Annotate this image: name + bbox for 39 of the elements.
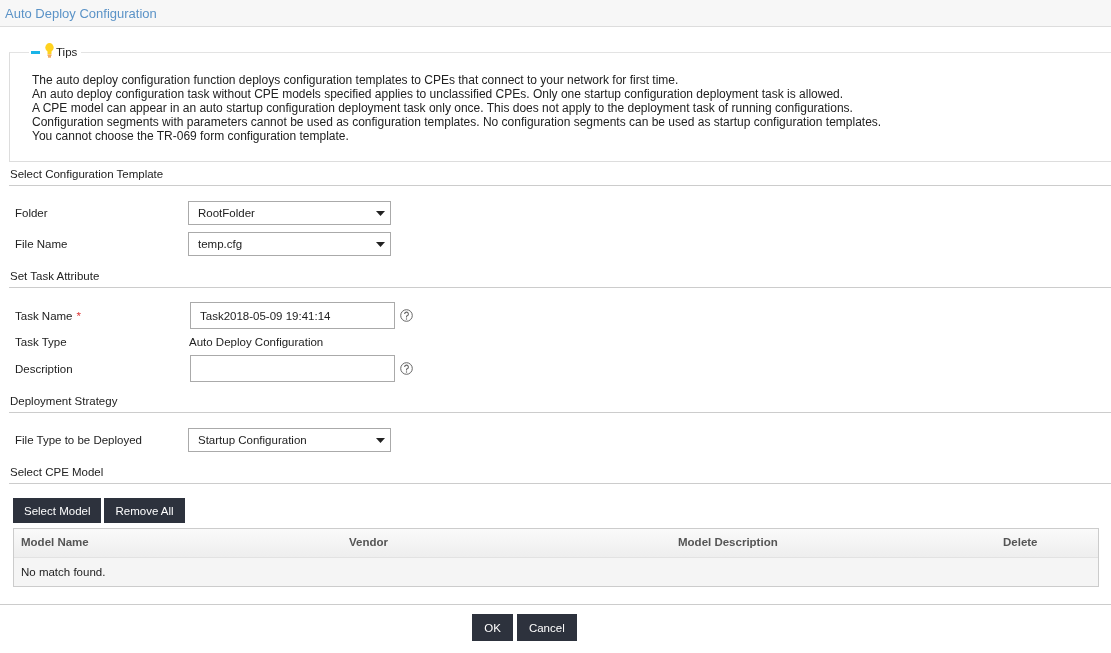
section-title: Select Configuration Template xyxy=(9,167,165,182)
column-header[interactable]: Vendor xyxy=(342,529,671,557)
tip-text: An auto deploy configuration task without CPE models specified applies to unclassified CPEs. Only one startup configuration deployment task is allowed. xyxy=(32,87,845,101)
field-label: File Name xyxy=(15,238,68,250)
field-label: Task Type xyxy=(15,336,67,348)
tip-text: The auto deploy configuration function deploys configuration templates to CPEs that connect to your network for first time. xyxy=(32,73,680,87)
toolbar-button[interactable]: Remove All xyxy=(104,498,185,523)
lightbulb-icon xyxy=(45,43,54,58)
footer-button[interactable]: OK xyxy=(472,614,513,641)
column-header[interactable]: Model Description xyxy=(671,529,996,557)
column-header[interactable]: Model Name xyxy=(14,529,342,557)
tip-text: You cannot choose the TR-069 form configuration template. xyxy=(32,129,350,143)
section-title: Deployment Strategy xyxy=(9,394,119,409)
field-value: Auto Deploy Configuration xyxy=(189,336,324,348)
tip-text: Configuration segments with parameters cannot be used as configuration templates. No configuration segments can be used as startup configuration templates. xyxy=(32,115,883,129)
field-label: Description xyxy=(15,362,73,375)
tip-text: A CPE model can appear in an auto startup configuration deployment task only once. This does not apply to the deployment task of running configurations. xyxy=(32,101,854,115)
dropdown[interactable]: RootFolder xyxy=(188,201,391,225)
section-title: Select CPE Model xyxy=(9,465,105,480)
caret-icon xyxy=(376,241,385,247)
field-label: Task Name xyxy=(15,309,73,322)
required-mark: * xyxy=(76,309,81,322)
page-title: Auto Deploy Configuration xyxy=(5,5,157,21)
footer-button[interactable]: Cancel xyxy=(516,614,577,641)
input-field[interactable]: Task2018-05-09 19:41:14 xyxy=(190,302,395,329)
empty-message: No match found. xyxy=(21,566,106,578)
help-icon[interactable] xyxy=(400,309,413,322)
dropdown[interactable]: Startup Configuration xyxy=(188,428,391,452)
field-label: Folder xyxy=(15,207,48,219)
tips-title: Tips xyxy=(56,46,78,58)
column-header[interactable]: Delete xyxy=(996,529,1098,557)
caret-icon xyxy=(376,437,385,443)
help-icon[interactable] xyxy=(400,362,413,375)
caret-icon xyxy=(376,210,385,216)
field-label: File Type to be Deployed xyxy=(15,434,142,446)
dropdown[interactable]: temp.cfg xyxy=(188,232,391,256)
input-field[interactable] xyxy=(190,355,395,382)
toolbar-button[interactable]: Select Model xyxy=(13,498,102,523)
section-title: Set Task Attribute xyxy=(9,269,101,284)
